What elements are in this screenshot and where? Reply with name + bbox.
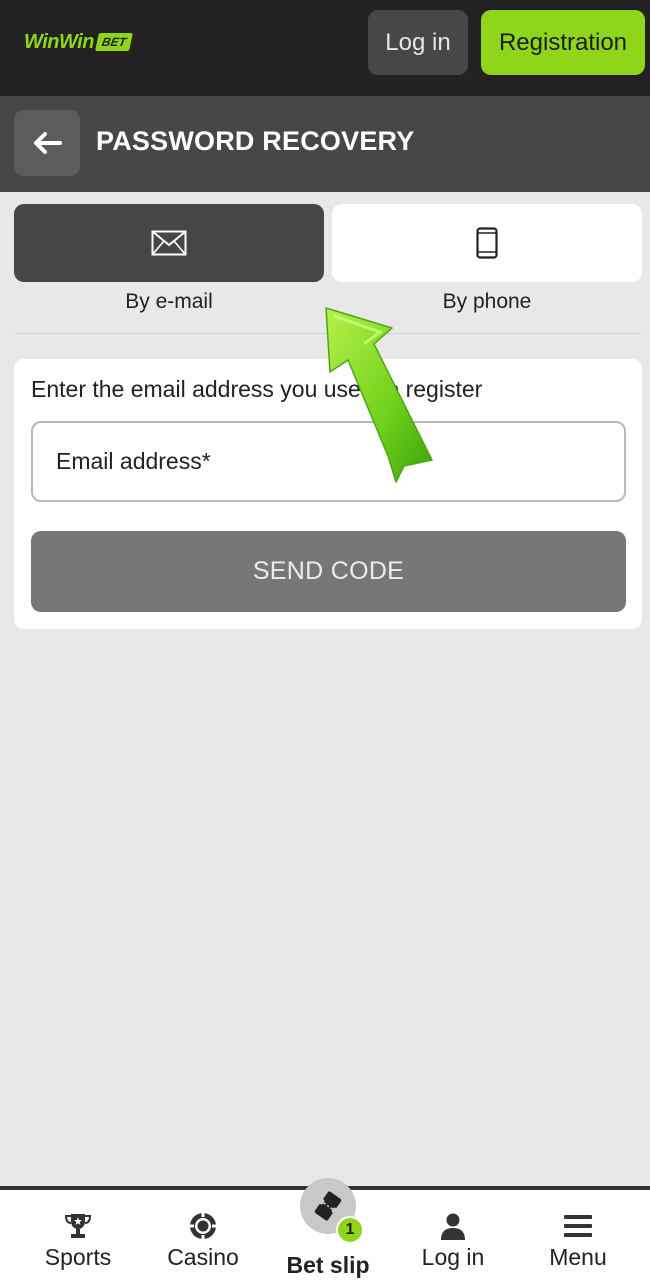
hamburger-icon (562, 1210, 594, 1242)
title-bar: PASSWORD RECOVERY (0, 96, 650, 192)
nav-menu-label: Menu (549, 1244, 607, 1270)
nav-casino[interactable]: Casino (138, 1190, 268, 1280)
login-button[interactable]: Log in (368, 10, 468, 75)
pointer-arrow-icon (325, 307, 433, 483)
tab-by-email[interactable] (14, 204, 324, 282)
bet-slip-count-badge: 1 (336, 1216, 364, 1244)
nav-login[interactable]: Log in (388, 1190, 518, 1280)
casino-chip-icon (187, 1210, 219, 1242)
top-header: WinWin BET Log in Registration (0, 0, 650, 96)
nav-casino-label: Casino (167, 1244, 239, 1270)
brand-logo[interactable]: WinWin BET (24, 30, 133, 54)
ticket-icon (314, 1191, 342, 1221)
bottom-nav: Sports Casino Bet slip 1 Log in Menu (0, 1178, 650, 1280)
logo-badge: BET (95, 33, 133, 51)
trophy-icon (62, 1210, 94, 1242)
logo-text: WinWin (24, 30, 94, 53)
user-icon (437, 1210, 469, 1242)
nav-bet-slip-label: Bet slip (286, 1252, 370, 1278)
send-code-button[interactable]: SEND CODE (31, 531, 626, 612)
page-title: PASSWORD RECOVERY (96, 126, 415, 156)
nav-menu[interactable]: Menu (513, 1190, 643, 1280)
tab-by-email-label[interactable]: By e-mail (14, 290, 324, 314)
smartphone-icon (476, 227, 498, 259)
nav-login-label: Log in (421, 1244, 485, 1270)
back-button[interactable] (14, 110, 80, 176)
tab-by-phone[interactable] (332, 204, 642, 282)
nav-sports[interactable]: Sports (13, 1190, 143, 1280)
envelope-icon (151, 230, 187, 256)
registration-button[interactable]: Registration (481, 10, 645, 75)
arrow-left-icon (34, 132, 62, 154)
nav-sports-label: Sports (44, 1244, 112, 1270)
